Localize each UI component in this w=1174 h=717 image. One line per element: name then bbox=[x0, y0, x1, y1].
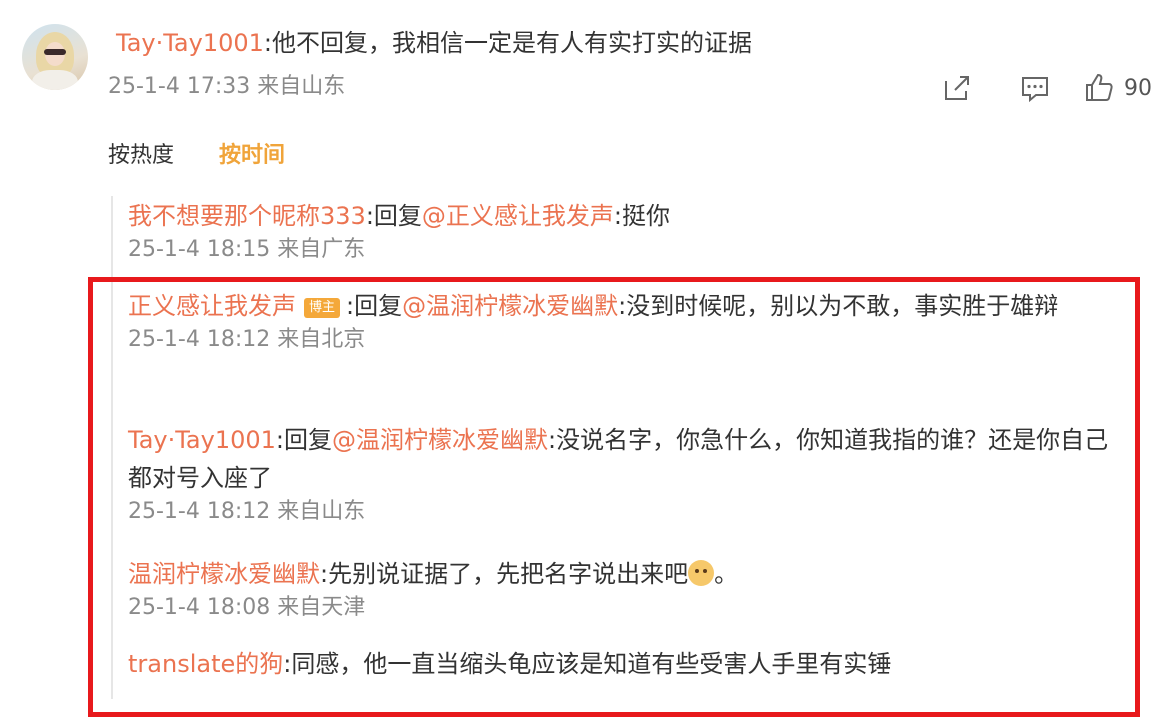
reply-meta: 25-1-4 18:08 来自天津 bbox=[128, 593, 1128, 623]
thread-divider bbox=[111, 196, 113, 699]
comment-actions: 90 bbox=[940, 70, 1152, 106]
main-comment-time: 25-1-4 17:33 bbox=[108, 74, 251, 99]
reply-meta: 25-1-4 18:12 来自山东 bbox=[128, 497, 1128, 527]
main-comment-meta: 25-1-4 17:33 来自山东 bbox=[108, 72, 345, 102]
reply-mention[interactable]: @温润柠檬冰爱幽默 bbox=[332, 426, 548, 454]
reply-item: Tay·Tay1001:回复@温润柠檬冰爱幽默:没说名字，你急什么，你知道我指的… bbox=[128, 421, 1128, 527]
reply-text: :没到时候呢，别以为不敢，事实胜于雄辩 bbox=[618, 292, 1059, 320]
reply-time: 25-1-4 18:12 bbox=[128, 327, 271, 352]
reply-mention[interactable]: @正义感让我发声 bbox=[422, 202, 614, 230]
thumbs-up-icon[interactable] bbox=[1082, 71, 1116, 105]
avatar-body bbox=[32, 70, 78, 90]
reply-time: 25-1-4 18:15 bbox=[128, 237, 271, 262]
reply-location: 来自广东 bbox=[277, 237, 366, 262]
tab-sort-by-popularity[interactable]: 按热度 bbox=[108, 143, 174, 168]
reply-prefix: :回复 bbox=[346, 292, 403, 320]
reply-text: :挺你 bbox=[613, 202, 670, 230]
reply-text: :同感，他一直当缩头龟应该是知道有些受害人手里有实锤 bbox=[283, 650, 892, 678]
sort-tabs: 按热度 按时间 bbox=[108, 141, 285, 171]
reply-item: 温润柠檬冰爱幽默:先别说证据了，先把名字说出来吧。 25-1-4 18:08 来… bbox=[128, 555, 1128, 623]
like-count: 90 bbox=[1124, 75, 1152, 101]
reply-mention[interactable]: @温润柠檬冰爱幽默 bbox=[402, 292, 618, 320]
reply-username[interactable]: Tay·Tay1001 bbox=[128, 426, 276, 454]
reply-meta: 25-1-4 18:12 来自北京 bbox=[128, 325, 1128, 355]
reply-username[interactable]: 我不想要那个昵称333 bbox=[128, 202, 366, 230]
comment-icon[interactable] bbox=[1018, 71, 1052, 105]
reply-time: 25-1-4 18:12 bbox=[128, 499, 271, 524]
reply-meta: 25-1-4 18:15 来自广东 bbox=[128, 235, 1128, 265]
reply-username[interactable]: 温润柠檬冰爱幽默 bbox=[128, 560, 320, 588]
reply-item: 正义感让我发声 博主:回复@温润柠檬冰爱幽默:没到时候呢，别以为不敢，事实胜于雄辩… bbox=[128, 287, 1128, 355]
share-icon[interactable] bbox=[940, 71, 974, 105]
reply-location: 来自天津 bbox=[277, 595, 366, 620]
reply-location: 来自山东 bbox=[277, 499, 366, 524]
author-badge: 博主 bbox=[304, 298, 341, 318]
avatar[interactable] bbox=[22, 24, 88, 90]
reply-text: :先别说证据了，先把名字说出来吧 bbox=[320, 560, 689, 588]
main-comment-location: 来自山东 bbox=[257, 74, 346, 99]
reply-text-end: 。 bbox=[714, 560, 739, 588]
reply-item: translate的狗:同感，他一直当缩头龟应该是知道有些受害人手里有实锤 bbox=[128, 645, 1128, 683]
reply-username[interactable]: translate的狗 bbox=[128, 650, 283, 678]
reply-username[interactable]: 正义感让我发声 bbox=[128, 292, 296, 320]
tab-sort-by-time[interactable]: 按时间 bbox=[219, 143, 285, 168]
reply-item: 我不想要那个昵称333:回复@正义感让我发声:挺你 25-1-4 18:15 来… bbox=[128, 197, 1128, 265]
reply-location: 来自北京 bbox=[277, 327, 366, 352]
reply-prefix: :回复 bbox=[365, 202, 422, 230]
doge-emoji-icon bbox=[688, 560, 715, 586]
main-comment: Tay·Tay1001:他不回复，我相信一定是有人有实打实的证据 bbox=[116, 27, 752, 59]
reply-prefix: :回复 bbox=[275, 426, 332, 454]
avatar-sunglasses bbox=[44, 49, 66, 55]
main-comment-username[interactable]: Tay·Tay1001 bbox=[116, 29, 264, 57]
main-comment-text: :他不回复，我相信一定是有人有实打实的证据 bbox=[263, 29, 752, 57]
reply-time: 25-1-4 18:08 bbox=[128, 595, 271, 620]
